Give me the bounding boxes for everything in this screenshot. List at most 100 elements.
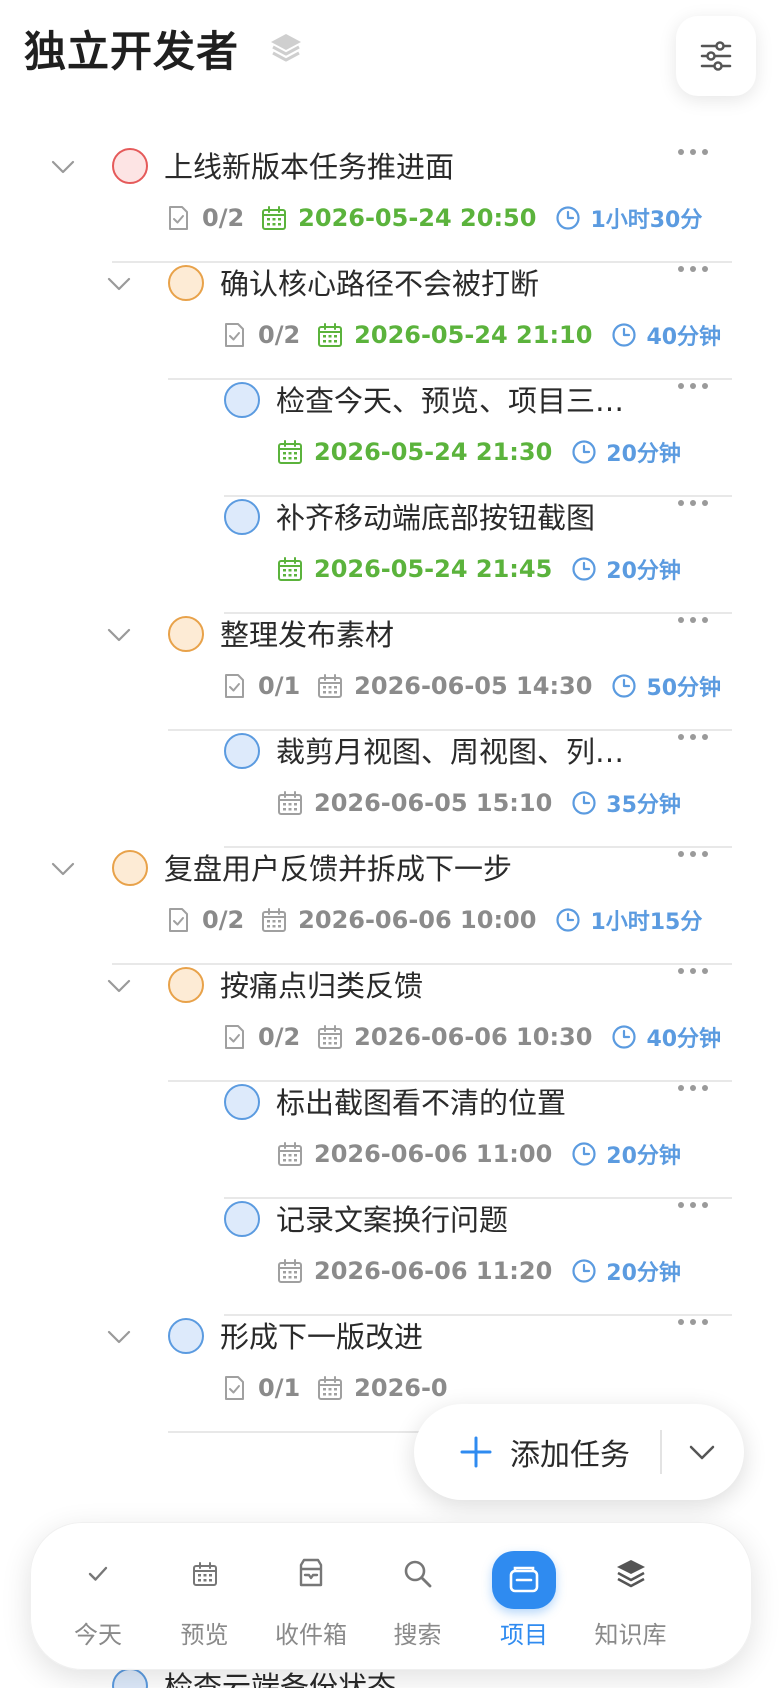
clock-icon <box>570 438 598 466</box>
subtask-icon <box>220 1374 248 1402</box>
clock-icon <box>572 440 596 464</box>
task-meta: 2026-05-24 21:45 20分钟 <box>276 551 681 587</box>
page-title: 独立开发者 <box>24 27 240 76</box>
calendar-icon <box>278 1259 302 1283</box>
task-row[interactable]: 确认核心路径不会被打断 0/2 2026-05-24 21:10 40分钟 <box>0 255 780 381</box>
subtask-icon <box>225 1376 244 1400</box>
filter-button[interactable] <box>676 16 756 96</box>
task-more-button[interactable] <box>676 959 710 983</box>
task-more-button[interactable] <box>676 842 710 866</box>
tab-inbox[interactable]: 收件箱 <box>254 1523 368 1671</box>
task-row[interactable]: 裁剪月视图、周视图、列… 2026-06-05 15:10 35分钟 <box>0 723 780 849</box>
task-status-circle[interactable] <box>112 148 148 184</box>
task-more-button[interactable] <box>676 1193 710 1217</box>
task-row[interactable]: 检查今天、预览、项目三… 2026-05-24 21:30 20分钟 <box>0 372 780 498</box>
layers-icon[interactable] <box>268 30 304 66</box>
more-icon <box>678 500 708 506</box>
task-status-circle[interactable] <box>168 1318 204 1354</box>
task-more-button[interactable] <box>676 1310 710 1334</box>
more-icon <box>678 383 708 389</box>
check-icon <box>79 1555 117 1593</box>
task-more-button[interactable] <box>676 725 710 749</box>
tab-calendar[interactable]: 预览 <box>148 1523 262 1671</box>
subtask-icon <box>225 323 244 347</box>
clock-icon <box>572 791 596 815</box>
task-status-circle[interactable] <box>224 499 260 535</box>
task-row[interactable]: 上线新版本任务推进面 0/2 2026-05-24 20:50 1小时30分 <box>0 138 780 264</box>
collapse-toggle[interactable] <box>48 152 78 182</box>
more-icon <box>678 266 708 272</box>
task-more-button[interactable] <box>676 374 710 398</box>
task-meta: 0/2 2026-05-24 21:10 40分钟 <box>220 317 721 353</box>
collapse-toggle[interactable] <box>104 269 134 299</box>
task-row[interactable]: 标出截图看不清的位置 2026-06-06 11:00 20分钟 <box>0 1074 780 1200</box>
task-title: 裁剪月视图、周视图、列… <box>276 735 625 769</box>
task-row[interactable]: 按痛点归类反馈 0/2 2026-06-06 10:30 40分钟 <box>0 957 780 1083</box>
task-status-circle[interactable] <box>224 733 260 769</box>
task-row[interactable]: 记录文案换行问题 2026-06-06 11:20 20分钟 <box>0 1191 780 1317</box>
task-more-button[interactable] <box>676 491 710 515</box>
task-row[interactable]: 复盘用户反馈并拆成下一步 0/2 2026-06-06 10:00 1小时15分 <box>0 840 780 966</box>
subtask-count: 0/1 <box>258 672 301 700</box>
task-status-circle[interactable] <box>168 967 204 1003</box>
task-status-circle[interactable] <box>112 1668 148 1688</box>
task-meta: 2026-06-06 11:00 20分钟 <box>276 1136 681 1172</box>
calendar-icon <box>276 1257 304 1285</box>
tab-project[interactable]: 项目 <box>467 1523 581 1671</box>
task-status-circle[interactable] <box>168 265 204 301</box>
inbox-icon <box>292 1555 330 1593</box>
tab-search[interactable]: 搜索 <box>361 1523 475 1671</box>
task-more-button[interactable] <box>676 1076 710 1100</box>
task-row[interactable]: 整理发布素材 0/1 2026-06-05 14:30 50分钟 <box>0 606 780 732</box>
task-status-circle[interactable] <box>224 382 260 418</box>
chevron-down-icon <box>107 979 131 993</box>
task-more-button[interactable] <box>676 140 710 164</box>
task-more-button[interactable] <box>676 257 710 281</box>
collapse-toggle[interactable] <box>48 854 78 884</box>
inbox-icon <box>299 1558 323 1587</box>
task-due-date: 2026-05-24 20:50 <box>298 204 537 232</box>
more-icon <box>678 1085 708 1091</box>
task-due-date: 2026-0 <box>354 1374 448 1402</box>
task-duration: 50分钟 <box>646 676 722 701</box>
task-duration: 1小时15分 <box>590 910 703 935</box>
project-icon <box>505 1561 543 1599</box>
tab-layers[interactable]: 知识库 <box>574 1523 688 1671</box>
subtask-icon <box>220 672 248 700</box>
calendar-icon <box>316 321 344 349</box>
subtask-icon <box>164 906 192 934</box>
clock-icon <box>612 323 637 347</box>
task-status-circle[interactable] <box>112 850 148 886</box>
calendar-icon <box>276 789 304 817</box>
subtask-count: 0/1 <box>258 1374 301 1402</box>
task-duration: 20分钟 <box>606 559 681 584</box>
tab-label: 预览 <box>180 1621 229 1649</box>
collapse-toggle[interactable] <box>104 620 134 650</box>
calendar-icon <box>262 206 287 230</box>
task-status-circle[interactable] <box>168 616 204 652</box>
add-task-label: 添加任务 <box>510 1438 630 1473</box>
add-task-button[interactable]: 添加任务 <box>414 1404 660 1500</box>
calendar-icon <box>276 438 304 466</box>
clock-icon <box>572 1142 596 1166</box>
tab-check[interactable]: 今天 <box>41 1523 155 1671</box>
tab-label: 知识库 <box>594 1621 667 1649</box>
subtask-icon <box>225 1025 244 1049</box>
task-more-button[interactable] <box>676 608 710 632</box>
task-duration: 40分钟 <box>646 1027 722 1052</box>
task-status-circle[interactable] <box>224 1084 260 1120</box>
task-meta: 0/2 2026-05-24 20:50 1小时30分 <box>164 200 702 236</box>
task-due-date: 2026-06-05 15:10 <box>314 789 553 817</box>
calendar-icon <box>318 674 343 698</box>
calendar-icon <box>316 672 344 700</box>
calendar-icon <box>278 557 302 581</box>
task-title: 标出截图看不清的位置 <box>276 1086 567 1120</box>
calendar-icon <box>262 908 287 932</box>
add-task-options-button[interactable] <box>664 1404 744 1500</box>
task-row[interactable]: 补齐移动端底部按钮截图 2026-05-24 21:45 20分钟 <box>0 489 780 615</box>
clock-icon <box>610 321 638 349</box>
task-status-circle[interactable] <box>224 1201 260 1237</box>
collapse-toggle[interactable] <box>104 1322 134 1352</box>
tab-label: 项目 <box>500 1621 548 1649</box>
collapse-toggle[interactable] <box>104 971 134 1001</box>
